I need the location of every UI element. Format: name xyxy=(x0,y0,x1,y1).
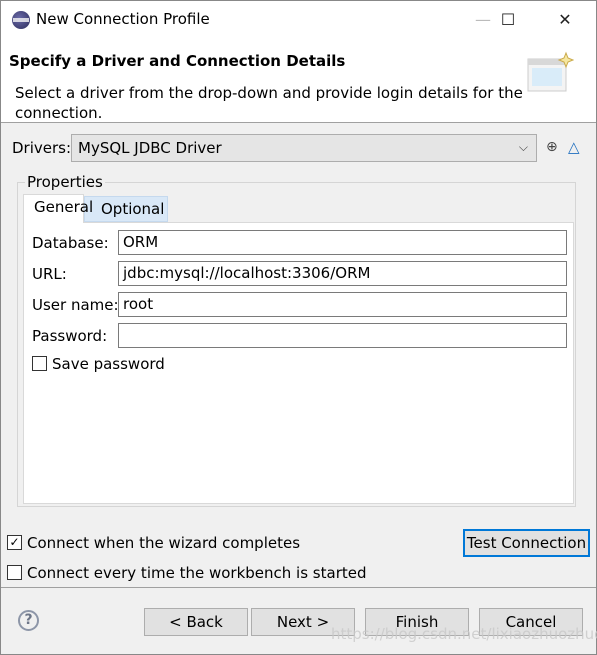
help-icon[interactable]: ? xyxy=(18,610,39,631)
database-input[interactable]: ORM xyxy=(118,230,567,255)
save-password-checkbox[interactable] xyxy=(32,356,47,371)
wizard-banner-icon xyxy=(527,51,574,92)
maximize-button[interactable]: ☐ xyxy=(485,1,531,39)
drivers-dropdown[interactable]: MySQL JDBC Driver ⌵ xyxy=(71,134,537,162)
wizard-header: Specify a Driver and Connection Details … xyxy=(1,39,596,123)
username-input[interactable]: root xyxy=(118,292,567,317)
dialog-window: New Connection Profile — ☐ ✕ Specify a D… xyxy=(0,0,597,655)
database-label: Database: xyxy=(32,234,109,252)
connect-every-time-label: Connect every time the workbench is star… xyxy=(27,564,367,582)
drivers-label: Drivers: xyxy=(12,139,72,157)
connect-every-time-checkbox[interactable] xyxy=(7,565,22,580)
username-label: User name: xyxy=(32,296,119,314)
connect-on-finish-checkbox[interactable]: ✓ xyxy=(7,535,22,550)
url-label: URL: xyxy=(32,265,67,283)
save-password-label: Save password xyxy=(52,355,165,373)
title-bar: New Connection Profile — ☐ ✕ xyxy=(1,1,596,39)
footer-divider xyxy=(1,587,596,588)
properties-label: Properties xyxy=(25,173,105,191)
watermark: https://blog.csdn.net/lixiaozhuozhuo xyxy=(331,625,597,643)
new-driver-icon[interactable]: ⊕ xyxy=(546,139,558,155)
chevron-down-icon: ⌵ xyxy=(518,140,528,154)
eclipse-icon xyxy=(12,11,30,29)
drivers-selected: MySQL JDBC Driver xyxy=(78,139,222,157)
window-title: New Connection Profile xyxy=(36,10,210,28)
page-title: Specify a Driver and Connection Details xyxy=(9,52,346,70)
tab-general[interactable]: General xyxy=(23,194,93,223)
back-button[interactable]: < Back xyxy=(144,608,248,636)
edit-driver-icon[interactable]: △ xyxy=(568,138,580,156)
password-label: Password: xyxy=(32,327,108,345)
password-input[interactable] xyxy=(118,323,567,348)
test-connection-button[interactable]: Test Connection xyxy=(463,529,590,557)
tab-optional[interactable]: Optional xyxy=(84,196,168,222)
url-input[interactable]: jdbc:mysql://localhost:3306/ORM xyxy=(118,261,567,286)
page-description: Select a driver from the drop-down and p… xyxy=(15,84,523,122)
connect-on-finish-label: Connect when the wizard completes xyxy=(27,534,301,552)
close-button[interactable]: ✕ xyxy=(542,1,588,39)
